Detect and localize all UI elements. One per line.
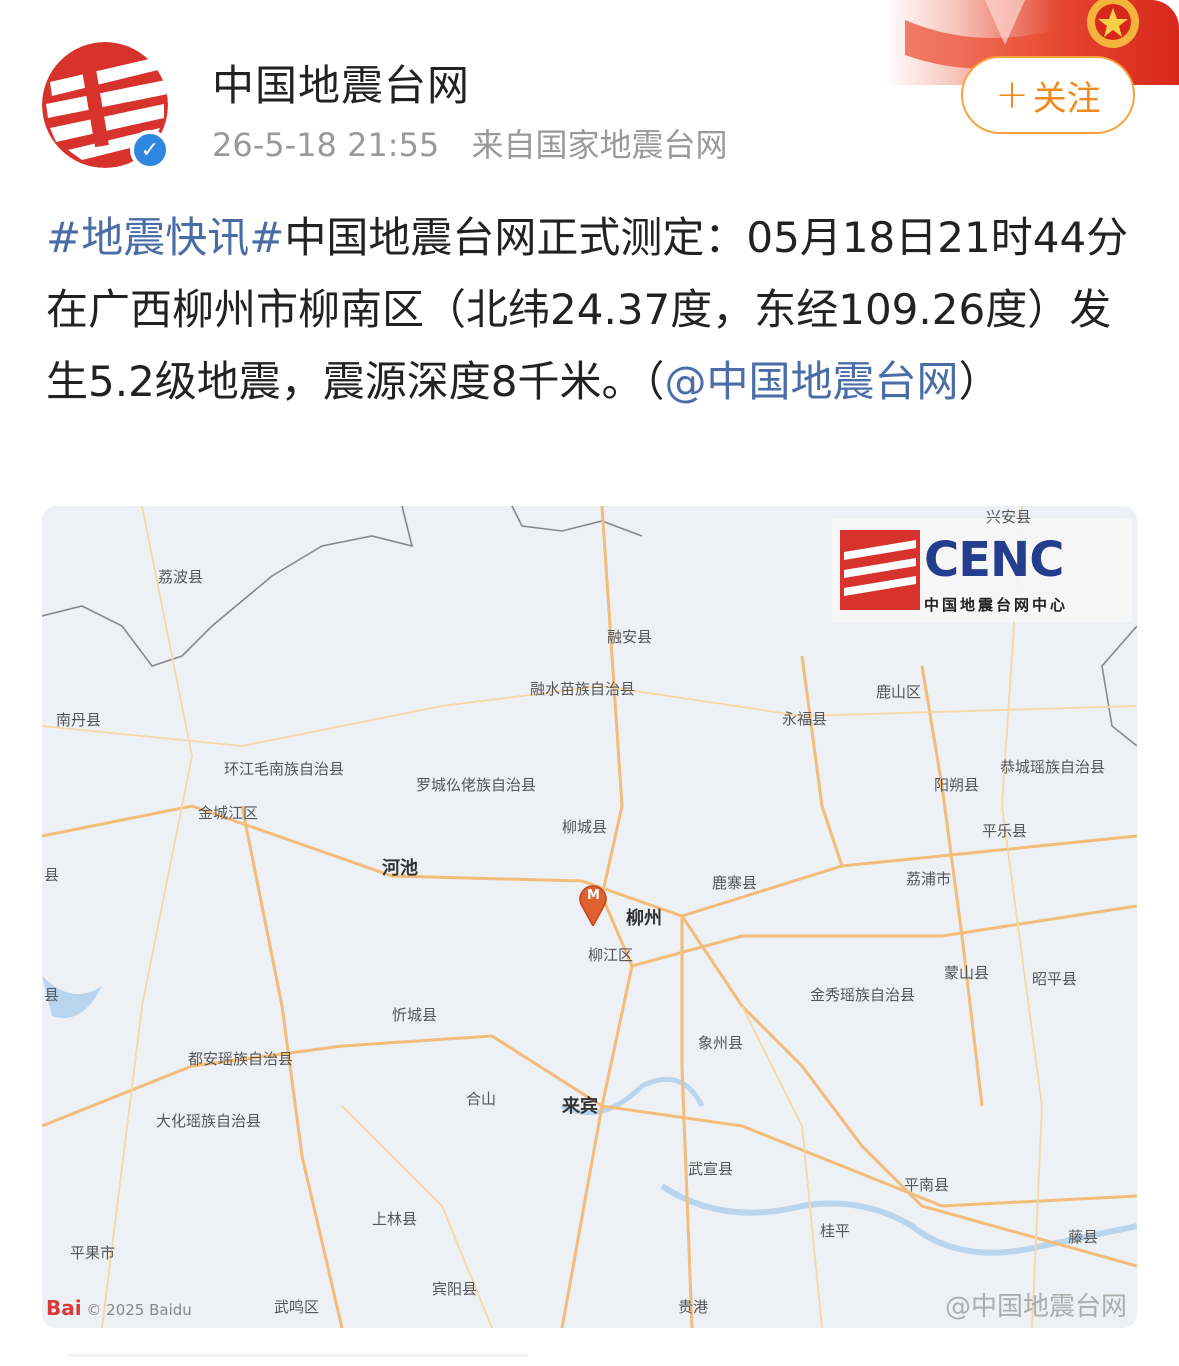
post-header: ✓ 中国地震台网 26-5-18 21:55 来自国家地震台网 + 关注 — [0, 0, 1179, 180]
post-time: 26-5-18 21:55 — [212, 126, 440, 164]
cenc-logo-icon — [840, 530, 920, 610]
verified-icon: ✓ — [130, 130, 170, 170]
map-label: 荔波县 — [158, 568, 204, 586]
map-label: 平乐县 — [982, 822, 1028, 840]
post-text: #地震快讯#中国地震台网正式测定：05月18日21时44分在广西柳州市柳南区（北… — [46, 202, 1146, 418]
map-label: 金城江区 — [198, 804, 259, 822]
map-label: 蒙山县 — [944, 964, 990, 982]
map-label: 象州县 — [698, 1034, 744, 1052]
map-label-city: 河池 — [382, 858, 418, 879]
map-label: 荔浦市 — [906, 870, 952, 888]
map-label: 县 — [44, 986, 60, 1004]
map-label: 藤县 — [1068, 1228, 1099, 1246]
map-label: 桂平 — [820, 1222, 851, 1240]
map-label: 平果市 — [70, 1244, 116, 1262]
map-label: 上林县 — [372, 1210, 418, 1228]
cenc-logo-text: CENC — [924, 532, 1064, 588]
epicenter-marker-label: M — [587, 888, 600, 903]
post-tail: ） — [958, 357, 1001, 406]
map-label: 融水苗族自治县 — [530, 680, 636, 698]
epicenter-marker-icon: M — [578, 882, 608, 926]
map-label: 贵港 — [678, 1298, 709, 1316]
map-label: 柳城县 — [562, 818, 608, 836]
follow-button[interactable]: + 关注 — [961, 56, 1135, 134]
map-label-city: 柳州 — [626, 908, 662, 929]
map-label: 阳朔县 — [934, 776, 980, 794]
map-label: 鹿山区 — [876, 683, 922, 701]
cenc-logo-subtitle: 中国地震台网中心 — [924, 596, 1069, 614]
map-label: 武鸣区 — [274, 1298, 320, 1316]
map-label: 都安瑶族自治县 — [188, 1050, 294, 1068]
baidu-map-logo: Bai © 2025 Baidu — [46, 1296, 192, 1320]
map-label: 平南县 — [904, 1176, 950, 1194]
plus-icon: + — [995, 72, 1029, 118]
divider — [68, 1354, 528, 1357]
username[interactable]: 中国地震台网 — [212, 52, 470, 113]
cenc-logo: CENC 中国地震台网中心 — [832, 518, 1132, 622]
follow-label: 关注 — [1032, 78, 1101, 119]
map-label: 恭城瑶族自治县 — [1000, 758, 1106, 776]
map-label: 鹿寨县 — [712, 874, 758, 892]
map-label: 忻城县 — [392, 1006, 438, 1024]
map-label: 融安县 — [607, 628, 653, 646]
map-label: 环江毛南族自治县 — [224, 760, 345, 778]
map-label: 兴安县 — [986, 508, 1032, 526]
map-label: 合山 — [466, 1090, 497, 1108]
post-source[interactable]: 来自国家地震台网 — [471, 126, 727, 164]
hashtag-link[interactable]: #地震快讯# — [46, 213, 284, 262]
earthquake-map-image[interactable]: CENC 中国地震台网中心 荔波县 融安县 融水苗族自治县 鹿山区 南丹县 永福… — [42, 506, 1137, 1328]
map-label: 武宣县 — [688, 1160, 734, 1178]
map-label: 县 — [44, 866, 60, 884]
map-label: 南丹县 — [56, 711, 102, 729]
weibo-watermark: @中国地震台网 — [944, 1292, 1127, 1322]
map-label: 罗城仫佬族自治县 — [416, 776, 537, 794]
map-label: 宾阳县 — [432, 1280, 478, 1298]
map-label: 柳江区 — [588, 946, 634, 964]
map-label-city: 来宾 — [562, 1096, 598, 1117]
map-label: 永福县 — [782, 710, 828, 728]
baidu-logo-text: Bai — [46, 1296, 82, 1320]
map-label: 金秀瑶族自治县 — [810, 986, 916, 1004]
baidu-copyright: © 2025 Baidu — [86, 1301, 192, 1319]
mention-link[interactable]: @中国地震台网 — [665, 357, 959, 406]
post-meta: 26-5-18 21:55 来自国家地震台网 — [212, 120, 749, 166]
map-label: 大化瑶族自治县 — [156, 1112, 262, 1130]
map-label: 昭平县 — [1032, 970, 1078, 988]
